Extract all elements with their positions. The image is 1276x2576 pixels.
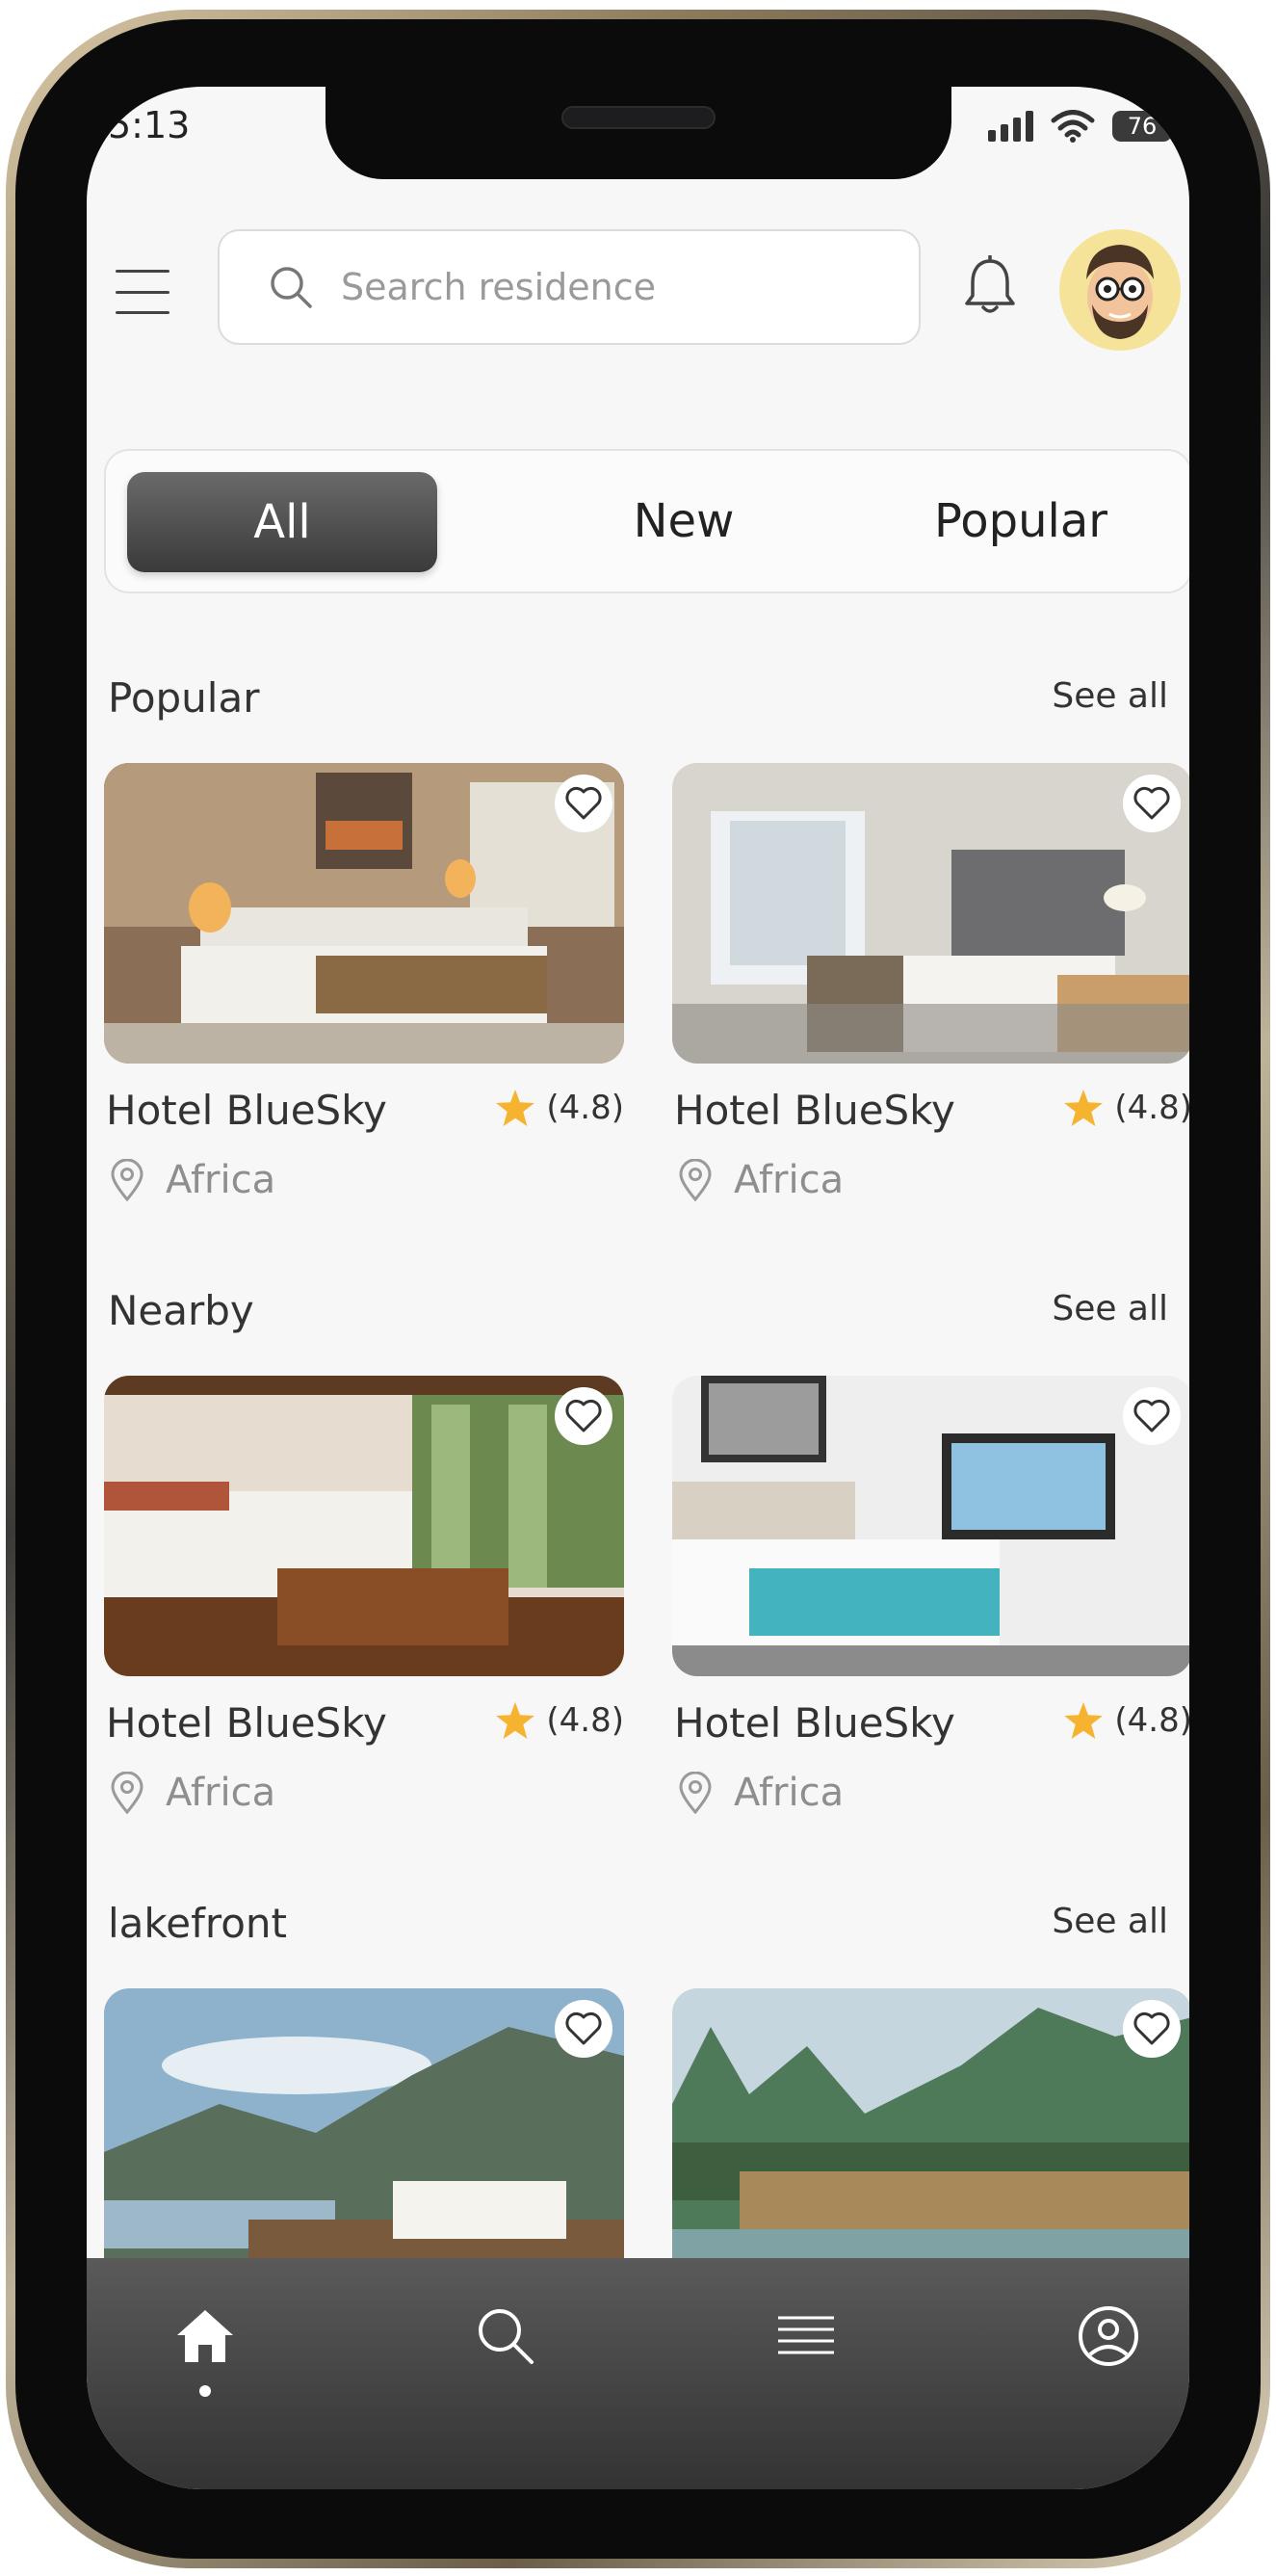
hotel-image	[672, 763, 1189, 1064]
app-screen: 5:13 76 Search residence All New Popular…	[87, 87, 1189, 2489]
list-icon	[778, 2316, 834, 2354]
status-time: 5:13	[108, 104, 191, 146]
location-text: Africa	[734, 1158, 845, 1202]
hotel-location: Africa	[110, 1158, 275, 1202]
nav-home[interactable]	[162, 2293, 248, 2397]
favorite-button[interactable]	[555, 775, 612, 832]
hotel-image	[672, 1376, 1189, 1676]
hotel-rating: (4.8)	[496, 1089, 624, 1127]
tab-new[interactable]: New	[549, 451, 819, 591]
heart-icon	[1133, 1399, 1170, 1433]
hotel-card[interactable]	[104, 1988, 624, 2289]
tab-all[interactable]: All	[127, 472, 437, 572]
rating-value: (4.8)	[1114, 1089, 1189, 1127]
location-text: Africa	[166, 1158, 276, 1202]
profile-icon	[1079, 2306, 1138, 2366]
hotel-image	[672, 1988, 1189, 2289]
hotel-card[interactable]	[672, 1988, 1189, 2289]
see-all-nearby[interactable]: See all	[1052, 1289, 1168, 1328]
nav-profile[interactable]	[1065, 2293, 1152, 2379]
hotel-image	[104, 1988, 624, 2289]
hotel-card[interactable]: Hotel BlueSky (4.8) Africa	[104, 1376, 624, 1815]
heart-icon	[1133, 2011, 1170, 2045]
hotel-rating: (4.8)	[1064, 1089, 1189, 1127]
hotel-image	[104, 1376, 624, 1676]
favorite-button[interactable]	[555, 1387, 612, 1445]
heart-icon	[565, 2011, 602, 2045]
section-title-nearby: Nearby	[108, 1287, 254, 1334]
star-icon	[496, 1702, 535, 1739]
star-icon	[1064, 1090, 1104, 1126]
nav-search[interactable]	[462, 2293, 549, 2379]
hotel-image	[104, 763, 624, 1064]
battery-indicator: 76	[1112, 111, 1172, 142]
location-pin-icon	[679, 1772, 712, 1814]
heart-icon	[565, 1399, 602, 1433]
location-pin-icon	[111, 1772, 143, 1814]
hotel-name: Hotel BlueSky	[674, 1699, 955, 1747]
avatar[interactable]	[1059, 229, 1181, 351]
bottom-nav	[87, 2258, 1189, 2489]
hotel-card[interactable]: Hotel BlueSky (4.8) Africa	[104, 763, 624, 1202]
hotel-name: Hotel BlueSky	[674, 1087, 955, 1134]
rating-value: (4.8)	[546, 1701, 624, 1740]
search-icon	[271, 267, 312, 308]
see-all-popular[interactable]: See all	[1052, 676, 1168, 716]
favorite-button[interactable]	[1123, 1387, 1181, 1445]
hotel-rating: (4.8)	[1064, 1701, 1189, 1740]
tab-popular[interactable]: Popular	[857, 451, 1185, 591]
favorite-button[interactable]	[555, 2000, 612, 2058]
favorite-button[interactable]	[1123, 775, 1181, 832]
home-icon	[177, 2310, 233, 2362]
active-indicator	[199, 2385, 211, 2397]
heart-icon	[1133, 786, 1170, 820]
status-icons: 76	[988, 110, 1172, 143]
search-icon	[479, 2309, 534, 2364]
filter-tabs: All New Popular	[104, 449, 1189, 593]
hotel-card[interactable]: Hotel BlueSky (4.8) Africa	[672, 763, 1189, 1202]
star-icon	[496, 1090, 535, 1126]
search-input[interactable]	[341, 266, 842, 308]
rating-value: (4.8)	[1114, 1701, 1189, 1740]
hotel-rating: (4.8)	[496, 1701, 624, 1740]
nav-list[interactable]	[763, 2293, 849, 2379]
search-bar[interactable]	[218, 229, 921, 345]
bell-icon[interactable]	[963, 255, 1017, 317]
star-icon	[1064, 1702, 1104, 1739]
signal-icon	[988, 111, 1033, 142]
hotel-name: Hotel BlueSky	[106, 1699, 387, 1747]
heart-icon	[565, 786, 602, 820]
hotel-name: Hotel BlueSky	[106, 1087, 387, 1134]
hotel-location: Africa	[678, 1771, 844, 1815]
location-pin-icon	[111, 1159, 143, 1201]
section-title-popular: Popular	[108, 674, 260, 722]
wifi-icon	[1051, 110, 1095, 143]
section-title-lakefront: lakefront	[108, 1900, 287, 1947]
see-all-lakefront[interactable]: See all	[1052, 1902, 1168, 1941]
hotel-location: Africa	[678, 1158, 844, 1202]
menu-icon[interactable]	[116, 270, 169, 314]
location-pin-icon	[679, 1159, 712, 1201]
favorite-button[interactable]	[1123, 2000, 1181, 2058]
hotel-location: Africa	[110, 1771, 275, 1815]
location-text: Africa	[166, 1771, 276, 1815]
notch	[325, 87, 951, 179]
speaker	[560, 106, 716, 129]
phone-frame: 5:13 76 Search residence All New Popular…	[6, 10, 1270, 2568]
location-text: Africa	[734, 1771, 845, 1815]
rating-value: (4.8)	[546, 1089, 624, 1127]
phone-bezel: 5:13 76 Search residence All New Popular…	[15, 19, 1261, 2559]
hotel-card[interactable]: Hotel BlueSky (4.8) Africa	[672, 1376, 1189, 1815]
